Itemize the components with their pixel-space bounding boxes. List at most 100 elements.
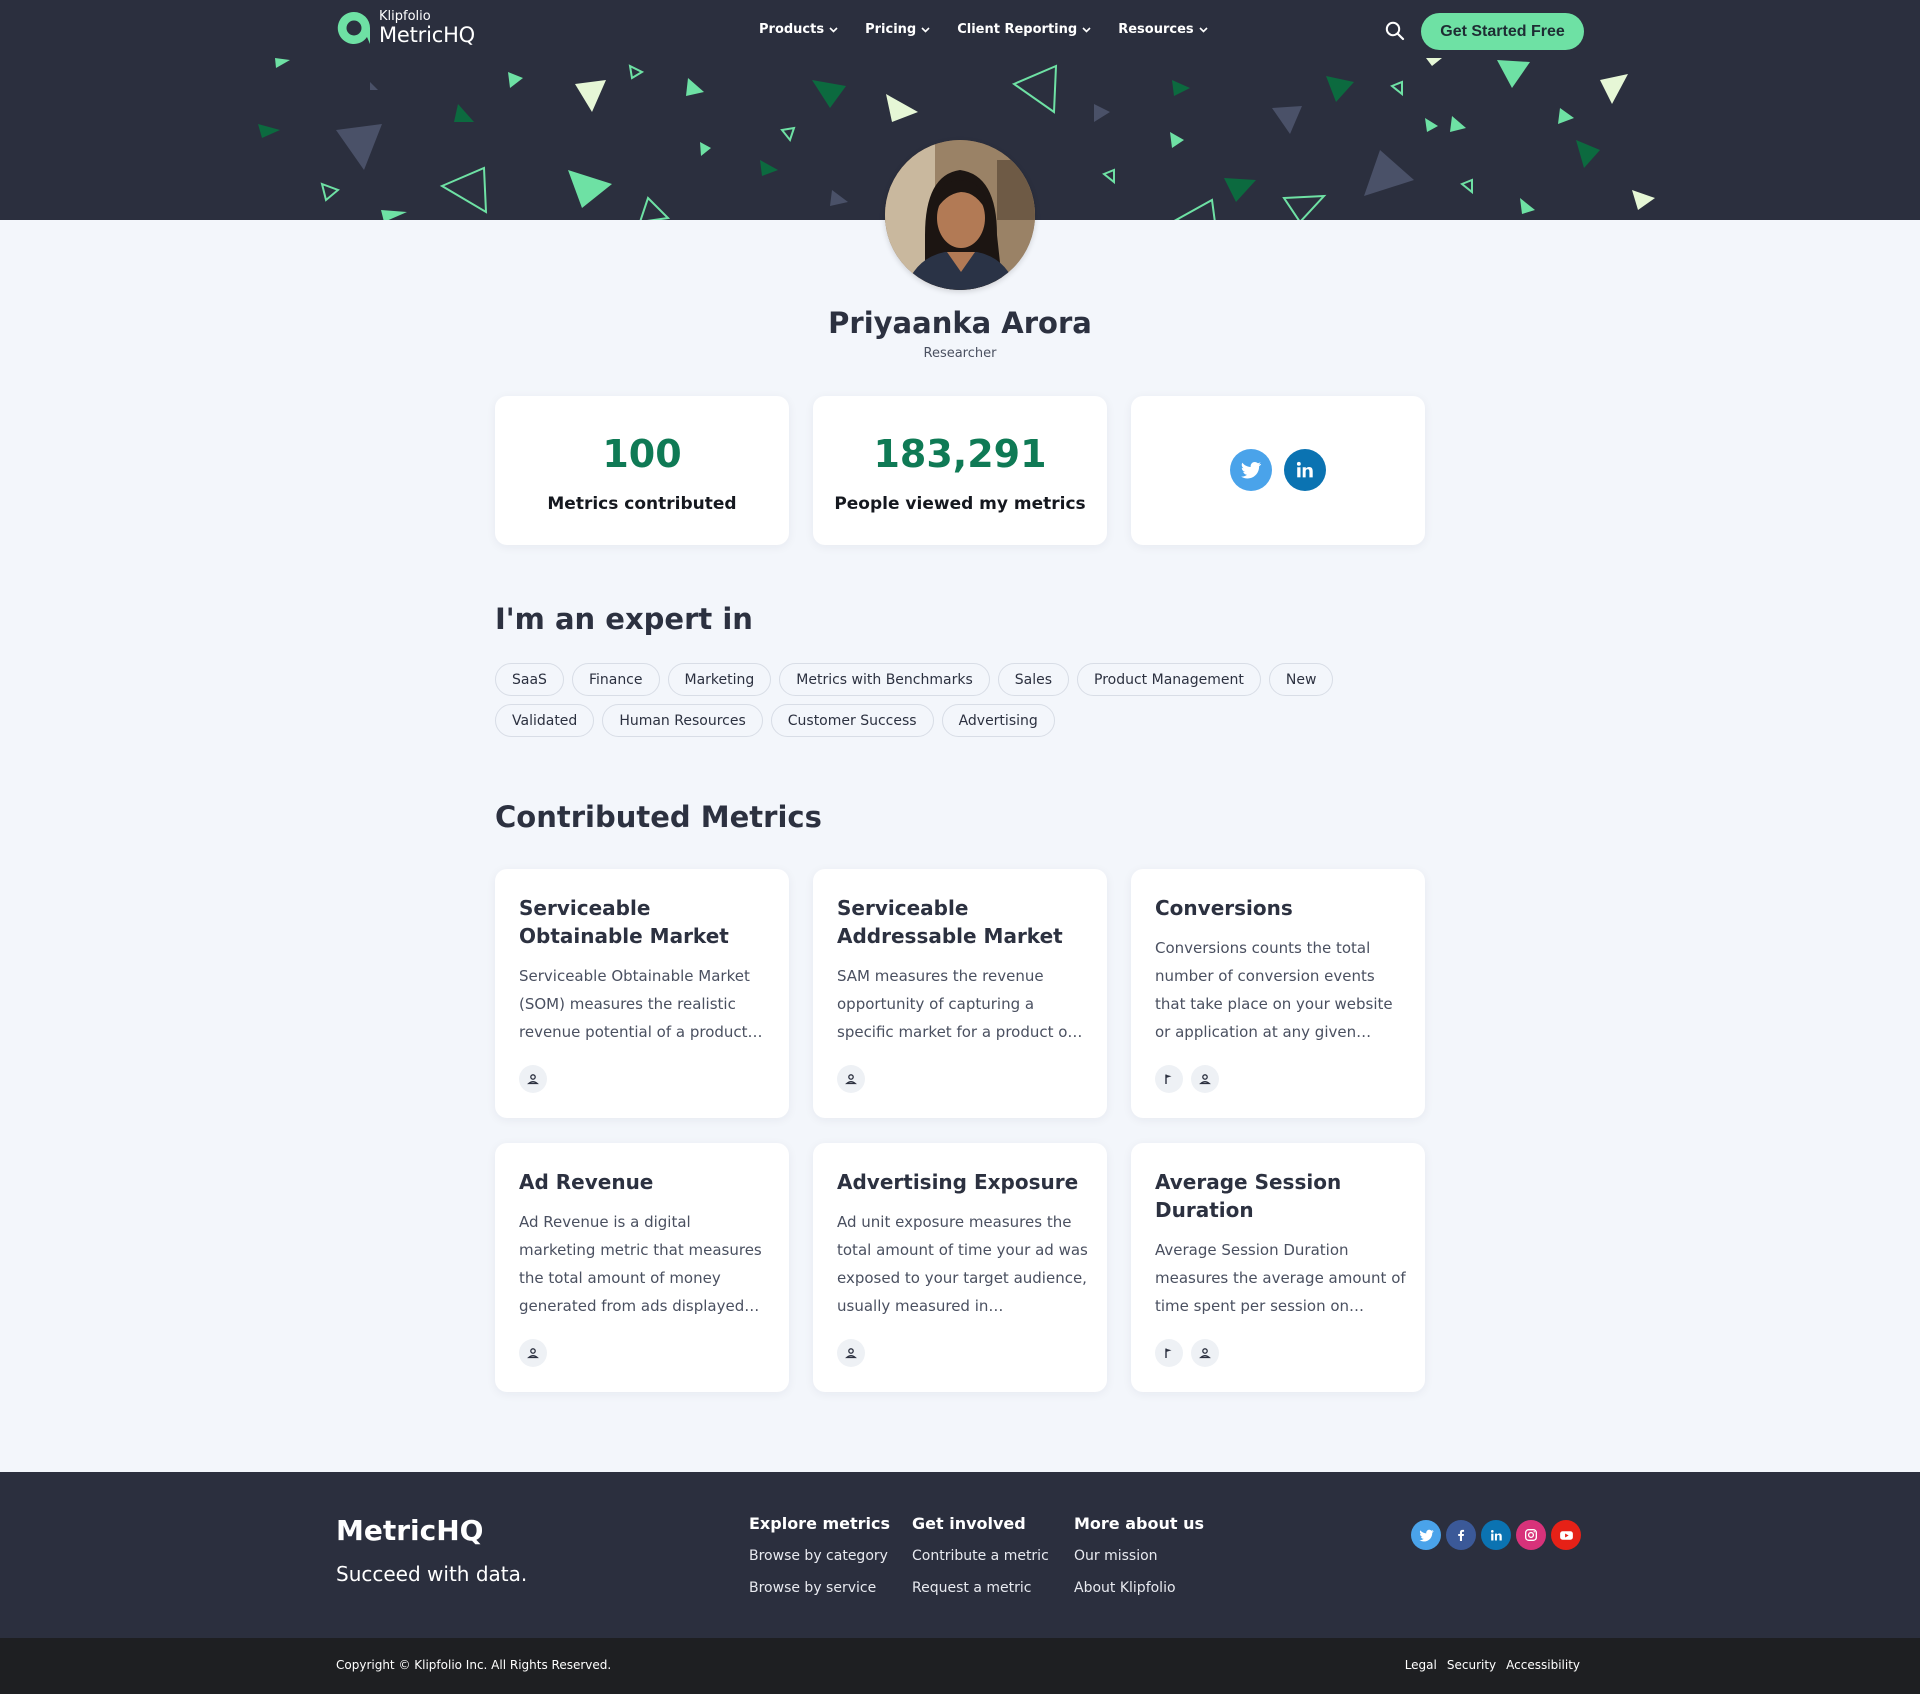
linkedin-icon[interactable]	[1481, 1520, 1511, 1550]
linkedin-icon[interactable]	[1284, 449, 1326, 491]
menu-label: Client Reporting	[957, 22, 1078, 37]
metric-card-title: Advertising Exposure	[837, 1170, 1079, 1194]
tag[interactable]: Metrics with Benchmarks	[779, 663, 990, 696]
tag[interactable]: Validated	[495, 704, 595, 737]
footer-link[interactable]: Browse by service	[749, 1580, 890, 1596]
tag[interactable]: SaaS	[495, 663, 564, 696]
metric-card-description: Serviceable Obtainable Market (SOM) meas…	[519, 967, 763, 1041]
security-link[interactable]: Security	[1447, 1658, 1496, 1672]
stat-card-metrics-contributed: 100 Metrics contributed	[495, 396, 789, 545]
search-icon[interactable]	[1384, 20, 1406, 42]
logo-brand-text: MetricHQ	[379, 23, 476, 47]
user-icon	[1191, 1065, 1219, 1093]
menu-products[interactable]: Products	[759, 22, 838, 37]
user-icon	[837, 1065, 865, 1093]
chevron-down-icon	[1199, 26, 1208, 33]
chevron-down-icon	[921, 26, 930, 33]
footer-link[interactable]: Request a metric	[912, 1580, 1049, 1596]
user-icon	[519, 1339, 547, 1367]
metric-card-title: Average Session Duration	[1155, 1170, 1342, 1222]
profile-photo	[885, 140, 1035, 290]
tag[interactable]: Sales	[997, 663, 1070, 696]
expert-section-title: I'm an expert in	[495, 602, 753, 636]
user-icon	[1191, 1339, 1219, 1367]
main-menu: Products Pricing Client Reporting Resour…	[759, 22, 1235, 37]
metric-card-average-session-duration[interactable]: Average Session Duration Average Session…	[1131, 1143, 1425, 1392]
footer-column-about: More about us Our mission About Klipfoli…	[1074, 1514, 1204, 1612]
metric-card-description: Average Session Duration measures the av…	[1155, 1241, 1406, 1315]
chevron-down-icon	[1082, 26, 1091, 33]
logo-small-text: Klipfolio	[379, 9, 431, 24]
twitter-icon[interactable]	[1411, 1520, 1441, 1550]
social-links-card	[1131, 396, 1425, 545]
footer-link[interactable]: About Klipfolio	[1074, 1580, 1204, 1596]
tag[interactable]: Marketing	[667, 663, 772, 696]
metric-card-description: Ad unit exposure measures the total amou…	[837, 1213, 1088, 1315]
tag[interactable]: Customer Success	[770, 704, 934, 737]
bottom-bar: Copyright © Klipfolio Inc. All Rights Re…	[0, 1638, 1920, 1694]
menu-resources[interactable]: Resources	[1118, 22, 1208, 37]
footer-tagline: Succeed with data.	[336, 1562, 528, 1586]
expertise-tags: SaaS Finance Marketing Metrics with Benc…	[495, 663, 1355, 737]
menu-label: Products	[759, 22, 825, 37]
menu-client-reporting[interactable]: Client Reporting	[957, 22, 1091, 37]
footer-column-explore: Explore metrics Browse by category Brows…	[749, 1514, 890, 1612]
footer-link[interactable]: Browse by category	[749, 1548, 890, 1564]
metrics-section-title: Contributed Metrics	[495, 800, 822, 834]
tag[interactable]: New	[1268, 663, 1334, 696]
youtube-icon[interactable]	[1551, 1520, 1581, 1550]
twitter-icon[interactable]	[1230, 449, 1272, 491]
tag[interactable]: Finance	[571, 663, 660, 696]
logo-mark-icon	[337, 11, 370, 44]
stat-label: Metrics contributed	[547, 494, 737, 514]
metric-card-description: SAM measures the revenue opportunity of …	[837, 967, 1083, 1041]
avatar	[885, 140, 1035, 290]
footer-social-links	[1411, 1520, 1581, 1550]
metric-card-serviceable-obtainable-market[interactable]: Serviceable Obtainable Market Serviceabl…	[495, 869, 789, 1118]
footer-column-title: Explore metrics	[749, 1514, 891, 1533]
metric-card-description: Ad Revenue is a digital marketing metric…	[519, 1213, 762, 1315]
user-icon	[519, 1065, 547, 1093]
top-navigation: Klipfolio MetricHQ Products Pricing Clie…	[0, 0, 1920, 62]
legal-links: Legal Security Accessibility	[1405, 1658, 1580, 1672]
tag[interactable]: Product Management	[1077, 663, 1261, 696]
tag[interactable]: Human Resources	[602, 704, 763, 737]
stat-value: 100	[602, 432, 682, 476]
logo[interactable]: Klipfolio MetricHQ	[336, 10, 475, 46]
facebook-icon[interactable]	[1446, 1520, 1476, 1550]
metric-card-title: Serviceable Addressable Market	[837, 896, 1063, 948]
metric-card-title: Serviceable Obtainable Market	[519, 896, 729, 948]
stat-label: People viewed my metrics	[834, 494, 1086, 514]
metric-card-description: Conversions counts the total number of c…	[1155, 939, 1393, 1041]
menu-label: Pricing	[865, 22, 917, 37]
metric-card-conversions[interactable]: Conversions Conversions counts the total…	[1131, 869, 1425, 1118]
footer-column-title: More about us	[1074, 1514, 1204, 1533]
user-icon	[837, 1339, 865, 1367]
metric-card-title: Conversions	[1155, 896, 1293, 920]
menu-pricing[interactable]: Pricing	[865, 22, 930, 37]
footer-column-title: Get involved	[912, 1514, 1026, 1533]
metric-card-ad-revenue[interactable]: Ad Revenue Ad Revenue is a digital marke…	[495, 1143, 789, 1392]
stat-card-people-viewed: 183,291 People viewed my metrics	[813, 396, 1107, 545]
profile-role: Researcher	[923, 346, 997, 361]
footer: MetricHQ Succeed with data. Explore metr…	[0, 1472, 1920, 1638]
chevron-down-icon	[829, 26, 838, 33]
flag-icon	[1155, 1339, 1183, 1367]
legal-link[interactable]: Legal	[1405, 1658, 1437, 1672]
copyright-text: Copyright © Klipfolio Inc. All Rights Re…	[336, 1658, 612, 1672]
menu-label: Resources	[1118, 22, 1194, 37]
profile-name: Priyaanka Arora	[828, 306, 1092, 340]
footer-brand: MetricHQ	[336, 1514, 484, 1547]
metric-card-advertising-exposure[interactable]: Advertising Exposure Ad unit exposure me…	[813, 1143, 1107, 1392]
metric-card-title: Ad Revenue	[519, 1170, 654, 1194]
footer-link[interactable]: Contribute a metric	[912, 1548, 1049, 1564]
accessibility-link[interactable]: Accessibility	[1506, 1658, 1580, 1672]
footer-column-get-involved: Get involved Contribute a metric Request…	[912, 1514, 1049, 1612]
get-started-button[interactable]: Get Started Free	[1421, 13, 1584, 50]
stat-value: 183,291	[873, 432, 1047, 476]
flag-icon	[1155, 1065, 1183, 1093]
tag[interactable]: Advertising	[941, 704, 1055, 737]
instagram-icon[interactable]	[1516, 1520, 1546, 1550]
metric-card-serviceable-addressable-market[interactable]: Serviceable Addressable Market SAM measu…	[813, 869, 1107, 1118]
footer-link[interactable]: Our mission	[1074, 1548, 1204, 1564]
